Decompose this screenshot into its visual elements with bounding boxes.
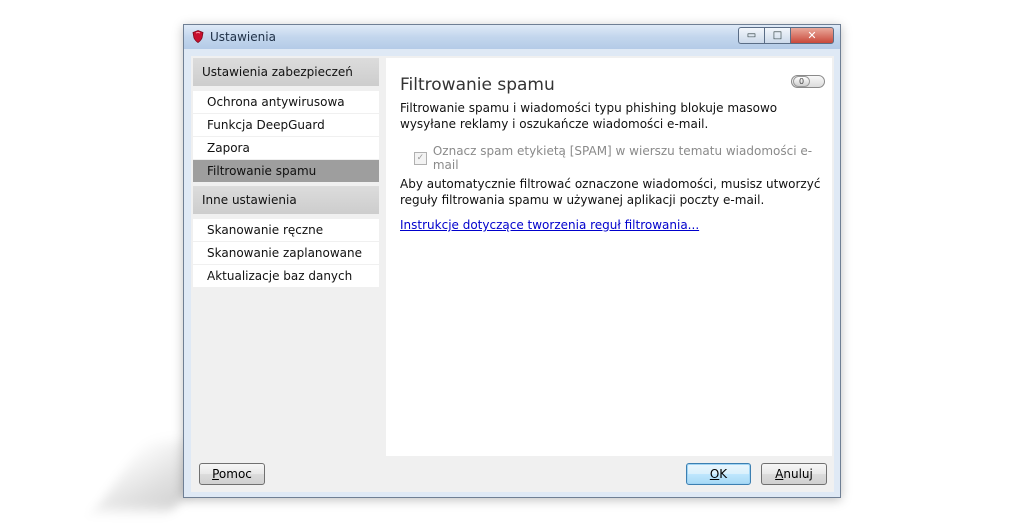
maximize-button[interactable]: □ — [764, 27, 790, 44]
help-button[interactable]: Pomoc — [199, 463, 265, 485]
sidebar-item-scheduled-scan[interactable]: Skanowanie zaplanowane — [193, 242, 379, 264]
sidebar-item-manual-scan[interactable]: Skanowanie ręczne — [193, 219, 379, 241]
sidebar: Ustawienia zabezpieczeń Ochrona antywiru… — [193, 58, 379, 487]
filter-rules-note: Aby automatycznie filtrować oznaczone wi… — [400, 177, 821, 207]
filter-rules-instructions-link[interactable]: Instrukcje dotyczące tworzenia reguł fil… — [400, 218, 699, 232]
mark-spam-checkbox[interactable]: ✓ — [414, 151, 427, 165]
sidebar-item-spam-filtering[interactable]: Filtrowanie spamu — [193, 160, 379, 182]
toggle-knob: 0 — [793, 76, 810, 87]
ok-button-label: OK — [709, 467, 728, 481]
cancel-button-label: Anuluj — [775, 467, 813, 481]
page-title: Filtrowanie spamu — [400, 75, 555, 95]
settings-content: Filtrowanie spamu 0 Filtrowanie spamu i … — [386, 58, 832, 456]
settings-window: Ustawienia ▭ □ ✕ Ustawienia zabezpieczeń… — [183, 24, 841, 498]
cancel-button[interactable]: Anuluj — [761, 463, 827, 485]
spam-description: Filtrowanie spamu i wiadomości typu phis… — [400, 101, 778, 131]
mark-spam-option: ✓ Oznacz spam etykietą [SPAM] w wierszu … — [414, 144, 832, 172]
close-button[interactable]: ✕ — [790, 27, 834, 44]
client-area: Ustawienia zabezpieczeń Ochrona antywiru… — [191, 56, 834, 492]
close-icon: ✕ — [807, 29, 817, 42]
help-button-label: Pomoc — [212, 467, 252, 481]
ok-button[interactable]: OK — [686, 463, 751, 485]
spam-filter-toggle[interactable]: 0 — [791, 75, 825, 88]
shield-app-icon — [192, 30, 204, 43]
other-items: Skanowanie ręczne Skanowanie zaplanowane… — [193, 214, 379, 291]
title-bar[interactable]: Ustawienia ▭ □ ✕ — [184, 25, 840, 49]
sidebar-item-firewall[interactable]: Zapora — [193, 137, 379, 159]
minimize-icon: ▭ — [746, 30, 757, 41]
sidebar-section-other[interactable]: Inne ustawienia — [193, 186, 379, 214]
sidebar-section-security[interactable]: Ustawienia zabezpieczeń — [193, 58, 379, 86]
window-title: Ustawienia — [210, 30, 276, 44]
sidebar-item-database-updates[interactable]: Aktualizacje baz danych — [193, 265, 379, 287]
minimize-button[interactable]: ▭ — [738, 27, 764, 44]
sidebar-item-deepguard[interactable]: Funkcja DeepGuard — [193, 114, 379, 136]
sidebar-item-antivirus[interactable]: Ochrona antywirusowa — [193, 91, 379, 113]
security-items: Ochrona antywirusowa Funkcja DeepGuard Z… — [193, 86, 379, 186]
mark-spam-label: Oznacz spam etykietą [SPAM] w wierszu te… — [432, 144, 813, 172]
caption-buttons: ▭ □ ✕ — [738, 27, 834, 44]
maximize-icon: □ — [772, 30, 783, 41]
